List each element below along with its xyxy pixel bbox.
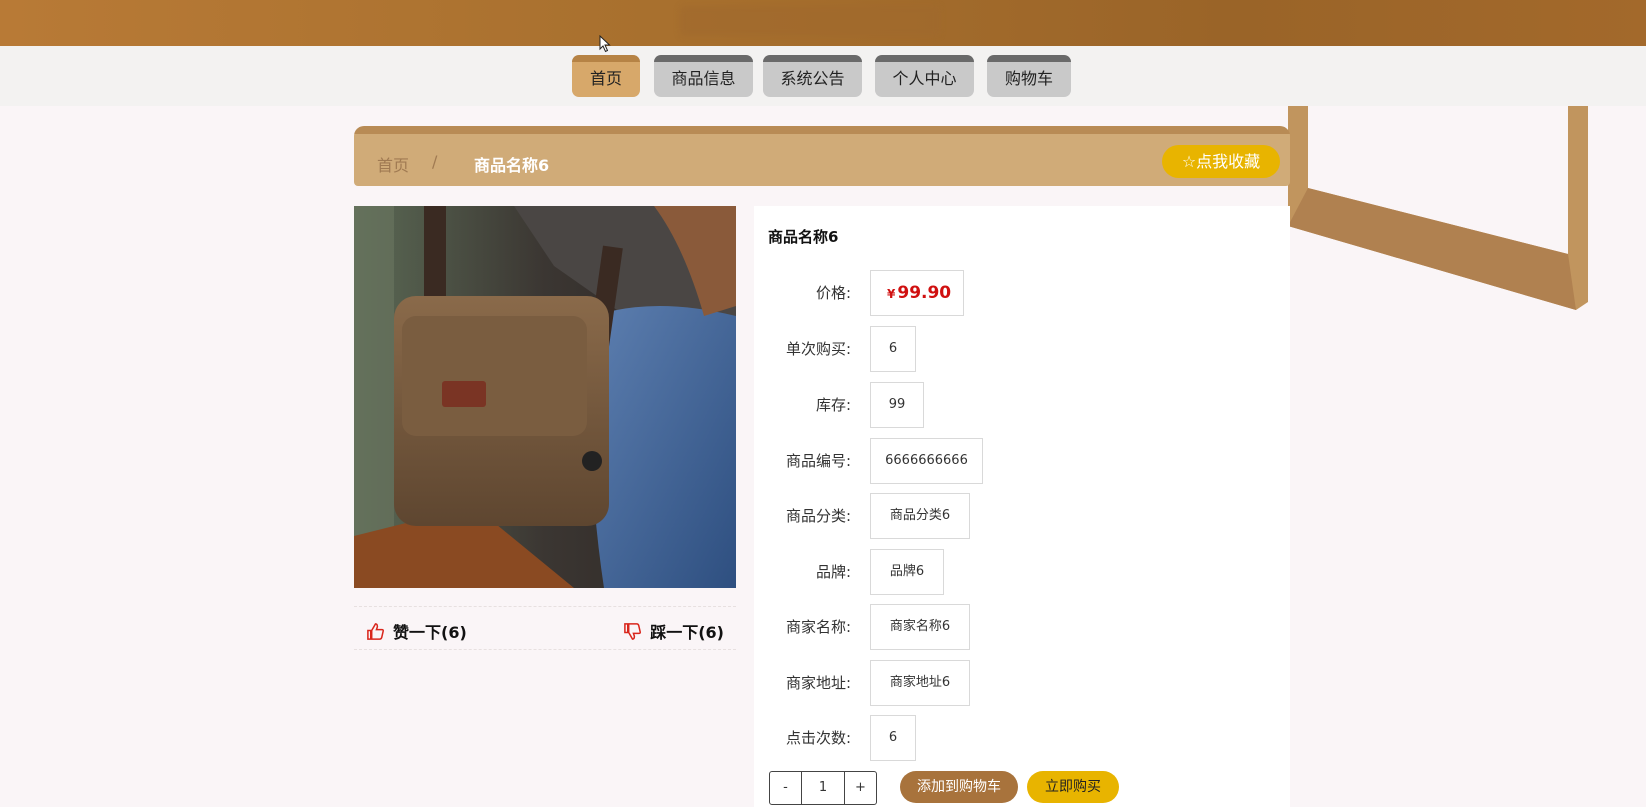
field-label: 商家地址:: [785, 674, 851, 692]
field-label: 商品分类:: [785, 507, 851, 525]
field-label: 库存:: [815, 396, 851, 414]
decorative-frame: [1288, 106, 1588, 310]
header-blurred-area: [680, 6, 940, 36]
buy-now-button[interactable]: 立即购买: [1027, 771, 1119, 803]
field-label: 商品编号:: [785, 452, 851, 470]
field-label: 商家名称:: [785, 618, 851, 636]
quantity-decrement-button[interactable]: -: [770, 772, 801, 804]
field-value: 商家地址6: [870, 660, 970, 706]
price-amount: 99.90: [897, 283, 952, 303]
quantity-increment-button[interactable]: +: [845, 772, 876, 804]
field-label: 点击次数:: [785, 729, 851, 747]
field-row-merchant-name: 商家名称: 商家名称6: [754, 604, 1284, 650]
nav-home[interactable]: 首页: [572, 55, 640, 97]
field-label: 品牌:: [815, 563, 851, 581]
field-row-stock: 库存: 99: [754, 382, 1284, 428]
nav-system-notice[interactable]: 系统公告: [763, 55, 862, 97]
field-row-price: 价格: ¥99.90: [754, 270, 1284, 316]
product-info-panel: 商品名称6 价格: ¥99.90 单次购买: 6 库存: 99 商品编号: 66…: [754, 206, 1290, 807]
nav-cart[interactable]: 购物车: [987, 55, 1071, 97]
field-value: 商品分类6: [870, 493, 970, 539]
field-row-brand: 品牌: 品牌6: [754, 549, 1284, 595]
quantity-stepper: - 1 +: [769, 771, 877, 805]
field-row-single-purchase: 单次购买: 6: [754, 326, 1284, 372]
field-label: 单次购买:: [785, 340, 851, 358]
field-value: 6666666666: [870, 438, 983, 484]
breadcrumb-home[interactable]: 首页: [377, 152, 409, 176]
product-image: [354, 206, 736, 588]
breadcrumb-separator: /: [432, 152, 438, 171]
field-label: 价格:: [815, 284, 851, 302]
main-nav: 首页 商品信息 系统公告 个人中心 购物车: [0, 55, 1646, 97]
field-row-click-count: 点击次数: 6: [754, 715, 1284, 761]
field-value: 99: [870, 382, 924, 428]
nav-product-info[interactable]: 商品信息: [654, 55, 753, 97]
field-row-product-number: 商品编号: 6666666666: [754, 438, 1284, 484]
field-value: 6: [870, 326, 916, 372]
like-label: 赞一下(6): [393, 623, 467, 642]
like-button[interactable]: 赞一下(6): [366, 619, 467, 643]
product-title: 商品名称6: [768, 228, 839, 246]
dislike-button[interactable]: 踩一下(6): [623, 619, 724, 643]
field-value: 商家名称6: [870, 604, 970, 650]
field-row-category: 商品分类: 商品分类6: [754, 493, 1284, 539]
dislike-label: 踩一下(6): [650, 623, 724, 642]
price-value: ¥99.90: [870, 270, 964, 316]
add-to-cart-button[interactable]: 添加到购物车: [900, 771, 1018, 803]
thumbs-down-icon: [624, 623, 642, 640]
breadcrumb-current: 商品名称6: [474, 156, 550, 175]
field-value: 品牌6: [870, 549, 944, 595]
currency-symbol: ¥: [887, 287, 896, 301]
breadcrumb: 首页 / 商品名称6 ☆点我收藏: [354, 126, 1290, 186]
mouse-cursor-icon: [599, 35, 611, 53]
top-header-banner: [0, 0, 1646, 46]
nav-personal-center[interactable]: 个人中心: [875, 55, 974, 97]
field-row-merchant-address: 商家地址: 商家地址6: [754, 660, 1284, 706]
field-value: 6: [870, 715, 916, 761]
quantity-input[interactable]: 1: [801, 772, 845, 804]
thumbs-up-icon: [367, 623, 384, 640]
favorite-button[interactable]: ☆点我收藏: [1162, 145, 1280, 178]
vote-bar: 赞一下(6) 踩一下(6): [354, 606, 736, 650]
